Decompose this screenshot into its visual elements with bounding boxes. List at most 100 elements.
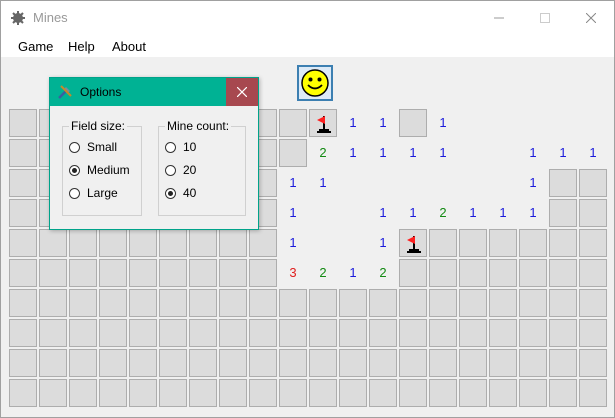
closed-cell[interactable]	[189, 349, 217, 377]
closed-cell[interactable]	[489, 289, 517, 317]
closed-cell[interactable]	[69, 319, 97, 347]
closed-cell[interactable]	[219, 349, 247, 377]
closed-cell[interactable]	[279, 319, 307, 347]
closed-cell[interactable]	[9, 349, 37, 377]
closed-cell[interactable]	[189, 289, 217, 317]
closed-cell[interactable]	[309, 319, 337, 347]
empty-cell[interactable]	[369, 169, 397, 197]
closed-cell[interactable]	[429, 349, 457, 377]
number-cell[interactable]: 1	[399, 199, 427, 227]
closed-cell[interactable]	[219, 259, 247, 287]
closed-cell[interactable]	[69, 259, 97, 287]
closed-cell[interactable]	[309, 349, 337, 377]
closed-cell[interactable]	[369, 289, 397, 317]
closed-cell[interactable]	[249, 259, 277, 287]
empty-cell[interactable]	[489, 109, 517, 137]
closed-cell[interactable]	[39, 379, 67, 407]
closed-cell[interactable]	[369, 379, 397, 407]
closed-cell[interactable]	[339, 379, 367, 407]
closed-cell[interactable]	[219, 289, 247, 317]
closed-cell[interactable]	[579, 199, 607, 227]
empty-cell[interactable]	[489, 139, 517, 167]
closed-cell[interactable]	[369, 319, 397, 347]
closed-cell[interactable]	[189, 229, 217, 257]
closed-cell[interactable]	[279, 109, 307, 137]
closed-cell[interactable]	[159, 259, 187, 287]
number-cell[interactable]: 1	[279, 229, 307, 257]
closed-cell[interactable]	[9, 109, 37, 137]
closed-cell[interactable]	[459, 229, 487, 257]
number-cell[interactable]: 1	[519, 169, 547, 197]
closed-cell[interactable]	[99, 379, 127, 407]
closed-cell[interactable]	[489, 349, 517, 377]
number-cell[interactable]: 1	[369, 229, 397, 257]
closed-cell[interactable]	[489, 229, 517, 257]
closed-cell[interactable]	[9, 139, 37, 167]
closed-cell[interactable]	[9, 379, 37, 407]
closed-cell[interactable]	[69, 379, 97, 407]
closed-cell[interactable]	[399, 319, 427, 347]
empty-cell[interactable]	[309, 229, 337, 257]
empty-cell[interactable]	[339, 169, 367, 197]
empty-cell[interactable]	[339, 229, 367, 257]
number-cell[interactable]: 1	[279, 199, 307, 227]
closed-cell[interactable]	[39, 259, 67, 287]
closed-cell[interactable]	[9, 319, 37, 347]
closed-cell[interactable]	[129, 259, 157, 287]
closed-cell[interactable]	[429, 229, 457, 257]
closed-cell[interactable]	[519, 319, 547, 347]
closed-cell[interactable]	[519, 379, 547, 407]
closed-cell[interactable]	[99, 319, 127, 347]
closed-cell[interactable]	[39, 349, 67, 377]
close-button[interactable]	[568, 1, 614, 35]
closed-cell[interactable]	[489, 259, 517, 287]
number-cell[interactable]: 1	[369, 139, 397, 167]
mine-count-40-radio[interactable]: 40	[165, 185, 196, 201]
closed-cell[interactable]	[189, 319, 217, 347]
number-cell[interactable]: 1	[489, 199, 517, 227]
closed-cell[interactable]	[69, 289, 97, 317]
number-cell[interactable]: 1	[339, 259, 367, 287]
closed-cell[interactable]	[39, 319, 67, 347]
closed-cell[interactable]	[309, 379, 337, 407]
number-cell[interactable]: 1	[279, 169, 307, 197]
minimize-button[interactable]	[476, 1, 522, 35]
closed-cell[interactable]	[519, 259, 547, 287]
closed-cell[interactable]	[129, 289, 157, 317]
closed-cell[interactable]	[9, 199, 37, 227]
title-bar[interactable]: Mines	[1, 1, 614, 35]
flagged-cell[interactable]	[309, 109, 337, 137]
closed-cell[interactable]	[459, 379, 487, 407]
flagged-cell[interactable]	[399, 229, 427, 257]
closed-cell[interactable]	[249, 229, 277, 257]
closed-cell[interactable]	[159, 379, 187, 407]
closed-cell[interactable]	[579, 229, 607, 257]
number-cell[interactable]: 1	[399, 139, 427, 167]
closed-cell[interactable]	[399, 259, 427, 287]
closed-cell[interactable]	[219, 229, 247, 257]
closed-cell[interactable]	[189, 259, 217, 287]
number-cell[interactable]: 2	[429, 199, 457, 227]
number-cell[interactable]: 1	[369, 199, 397, 227]
options-close-button[interactable]	[226, 78, 258, 106]
closed-cell[interactable]	[279, 379, 307, 407]
empty-cell[interactable]	[429, 169, 457, 197]
closed-cell[interactable]	[579, 259, 607, 287]
closed-cell[interactable]	[339, 349, 367, 377]
closed-cell[interactable]	[459, 349, 487, 377]
empty-cell[interactable]	[549, 109, 577, 137]
closed-cell[interactable]	[369, 349, 397, 377]
number-cell[interactable]: 1	[369, 109, 397, 137]
closed-cell[interactable]	[429, 259, 457, 287]
closed-cell[interactable]	[489, 379, 517, 407]
closed-cell[interactable]	[249, 319, 277, 347]
closed-cell[interactable]	[579, 319, 607, 347]
menu-help[interactable]: Help	[68, 39, 95, 54]
closed-cell[interactable]	[429, 379, 457, 407]
closed-cell[interactable]	[219, 319, 247, 347]
number-cell[interactable]: 1	[459, 199, 487, 227]
closed-cell[interactable]	[549, 289, 577, 317]
closed-cell[interactable]	[519, 349, 547, 377]
closed-cell[interactable]	[249, 289, 277, 317]
closed-cell[interactable]	[399, 289, 427, 317]
